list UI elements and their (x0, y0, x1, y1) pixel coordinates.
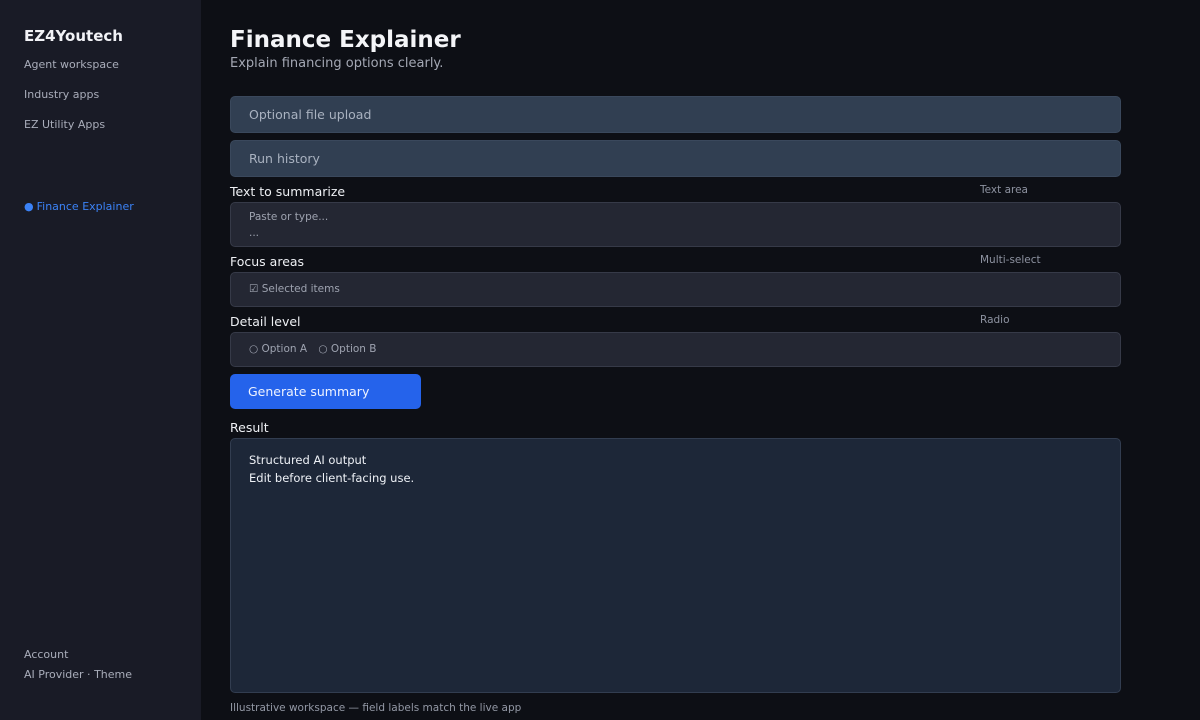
radio-option-b[interactable]: ○ Option B (318, 343, 376, 355)
result-line: Structured AI output (249, 453, 367, 467)
file-upload-expander[interactable]: Optional file upload (230, 96, 1121, 133)
text-to-summarize-textarea[interactable]: Paste or type... ... (230, 202, 1121, 247)
sidebar-footer-settings: AI Provider · Theme (24, 668, 132, 681)
app-window: EZ4Youtech Agent workspace Industry apps… (0, 0, 1200, 720)
sidebar: EZ4Youtech Agent workspace Industry apps… (0, 0, 201, 720)
focus-areas-multiselect[interactable]: ☑ Selected items (230, 272, 1121, 307)
active-dot-icon: ● (24, 200, 34, 213)
generate-summary-button[interactable]: Generate summary (230, 374, 421, 409)
detail-field-type: Radio (980, 314, 1010, 326)
ai-provider-link[interactable]: AI Provider (24, 668, 84, 681)
account-link[interactable]: Account (24, 648, 68, 661)
main-content: Finance Explainer Explain financing opti… (230, 0, 1121, 720)
sidebar-item-industry-apps[interactable]: Industry apps (24, 88, 99, 101)
footer-separator: · (83, 668, 95, 681)
textarea-placeholder: Paste or type... (249, 211, 329, 223)
focus-field-label: Focus areas (230, 254, 305, 269)
page-title: Finance Explainer (230, 27, 461, 53)
sidebar-item-agent-workspace[interactable]: Agent workspace (24, 58, 119, 71)
text-field-label: Text to summarize (230, 184, 346, 199)
detail-level-radio-group: ○ Option A ○ Option B (230, 332, 1121, 367)
sidebar-item-ez-utility-apps[interactable]: EZ Utility Apps (24, 118, 105, 131)
detail-field-label: Detail level (230, 314, 301, 329)
sidebar-item-finance-explainer[interactable]: ● Finance Explainer (24, 200, 134, 213)
brand-name: EZ4Youtech (24, 27, 123, 45)
theme-link[interactable]: Theme (94, 668, 132, 681)
textarea-placeholder-more: ... (249, 227, 260, 239)
radio-option-a[interactable]: ○ Option A (249, 343, 307, 355)
footnote: Illustrative workspace — field labels ma… (230, 702, 522, 714)
multiselect-value: ☑ Selected items (249, 283, 340, 295)
text-field-type: Text area (980, 184, 1028, 196)
result-output-box[interactable]: Structured AI output Edit before client-… (230, 438, 1121, 693)
run-history-expander[interactable]: Run history (230, 140, 1121, 177)
focus-field-type: Multi-select (980, 254, 1041, 266)
result-line: Edit before client-facing use. (249, 471, 415, 485)
sidebar-item-label: Finance Explainer (36, 200, 134, 213)
result-label: Result (230, 420, 269, 435)
page-subtitle: Explain financing options clearly. (230, 56, 444, 71)
account-label: Account (24, 648, 69, 661)
